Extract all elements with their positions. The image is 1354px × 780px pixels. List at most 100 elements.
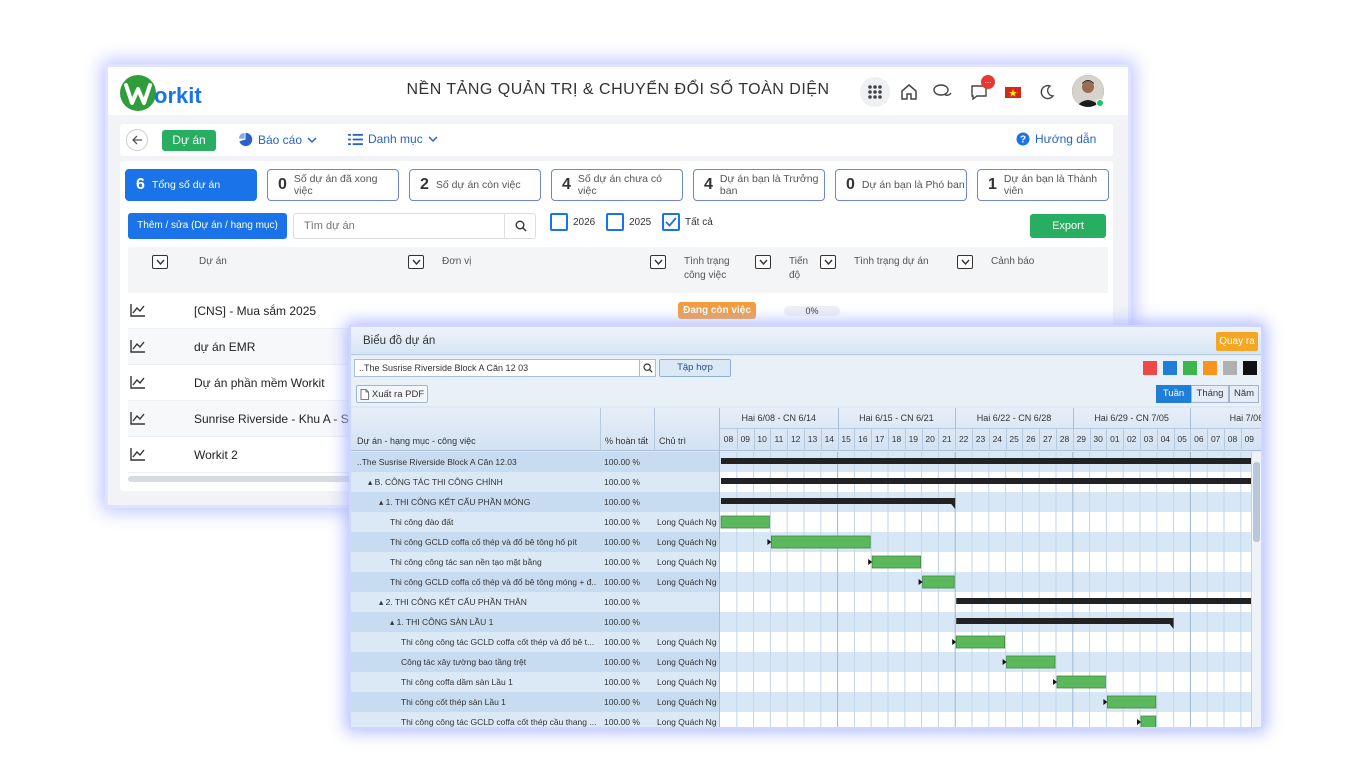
checkbox-checked[interactable] xyxy=(662,213,680,231)
nav-category-menu[interactable]: Danh mục xyxy=(348,132,438,146)
color-swatch[interactable] xyxy=(1143,361,1157,375)
quit-button[interactable]: Quay ra xyxy=(1216,332,1258,351)
color-swatch[interactable] xyxy=(1163,361,1177,375)
filter-year-2026[interactable]: 2026 xyxy=(550,213,595,231)
chart-line-icon[interactable] xyxy=(130,303,146,317)
task-bar[interactable] xyxy=(922,575,955,589)
task-bar[interactable] xyxy=(1006,655,1056,669)
chart-line-icon[interactable] xyxy=(130,339,146,353)
column-toggle[interactable] xyxy=(820,255,836,269)
task-name[interactable]: Thi công đào đất xyxy=(390,517,597,527)
view-tab-week[interactable]: Tuần xyxy=(1156,385,1191,403)
checkbox-unchecked[interactable] xyxy=(606,213,624,231)
day-divider xyxy=(938,428,940,451)
task-name[interactable]: Thi công coffa dầm sàn Lầu 1 xyxy=(401,677,597,687)
nav-report-menu[interactable]: Báo cáo xyxy=(238,132,317,147)
export-pdf-button[interactable]: Xuất ra PDF xyxy=(356,385,428,403)
summary-bar[interactable] xyxy=(721,458,1251,464)
gantt-search-button[interactable] xyxy=(639,360,656,376)
task-bar[interactable] xyxy=(1140,715,1157,727)
task-name[interactable]: ▴ 1. THI CÔNG SÀN LẦU 1 xyxy=(390,617,597,628)
search-button[interactable] xyxy=(504,214,536,238)
gantt-search-input[interactable] xyxy=(355,360,639,376)
task-name[interactable]: ▴ 2. THI CÔNG KẾT CẤU PHẦN THÂN xyxy=(379,597,597,608)
checkbox-unchecked[interactable] xyxy=(550,213,568,231)
stat-count: 6 xyxy=(136,176,145,193)
back-button[interactable] xyxy=(126,129,148,151)
filter-all[interactable]: Tất cả xyxy=(662,213,713,231)
dark-mode-moon-icon[interactable] xyxy=(1034,79,1060,105)
chat-icon[interactable] xyxy=(930,79,956,105)
stat-card-member[interactable]: 1 Dự án bạn là Thành viên xyxy=(977,169,1109,201)
project-name[interactable]: [CNS] - Mua sắm 2025 xyxy=(194,304,316,318)
task-name[interactable]: Thi công GCLD coffa cố thép và đổ bê tôn… xyxy=(390,577,597,587)
home-icon[interactable] xyxy=(896,79,922,105)
column-toggle[interactable] xyxy=(755,255,771,269)
apps-grid-icon[interactable] xyxy=(860,77,890,107)
task-bar[interactable] xyxy=(955,635,1005,649)
project-name[interactable]: Workit 2 xyxy=(194,448,238,462)
color-swatch[interactable] xyxy=(1203,361,1217,375)
color-swatch[interactable] xyxy=(1223,361,1237,375)
stat-card-pending[interactable]: 2 Số dự án còn việc xyxy=(409,169,541,201)
day-divider xyxy=(1106,428,1108,451)
nav-projects-button[interactable]: Dự án xyxy=(162,130,216,151)
stat-card-deputy[interactable]: 0 Dự án bạn là Phó ban xyxy=(835,169,967,201)
day-label: 24 xyxy=(992,434,1003,444)
column-toggle[interactable] xyxy=(650,255,666,269)
stat-card-leader[interactable]: 4 Dự án bạn là Trưởng ban xyxy=(693,169,825,201)
task-name[interactable]: Thi công GCLD coffa cố thép và đổ bê tôn… xyxy=(390,537,597,547)
task-bar[interactable] xyxy=(1056,675,1106,689)
task-name[interactable]: Thi công công tác GCLD coffa cốt thép cầ… xyxy=(401,717,597,727)
summary-bar[interactable] xyxy=(721,498,956,504)
nav-guide-link[interactable]: ? Hướng dẫn xyxy=(1016,132,1096,146)
task-bar[interactable] xyxy=(871,555,921,569)
task-bar[interactable] xyxy=(720,515,770,529)
summary-bar[interactable] xyxy=(721,478,1251,484)
color-swatch[interactable] xyxy=(1243,361,1257,375)
column-toggle[interactable] xyxy=(152,255,168,269)
view-tab-year[interactable]: Năm xyxy=(1229,385,1259,403)
filter-year-2025[interactable]: 2025 xyxy=(606,213,651,231)
view-tab-month[interactable]: Tháng xyxy=(1191,385,1229,403)
vietnam-flag-icon[interactable] xyxy=(1000,79,1026,105)
table-row[interactable]: [CNS] - Mua sắm 2025 Đang còn việc 0% xyxy=(128,293,1108,329)
chevron-down-icon xyxy=(823,259,833,265)
stat-count: 0 xyxy=(278,176,287,193)
task-name[interactable]: Thi công công tác san nền tạo mặt bằng xyxy=(390,557,597,567)
column-header: Tình trạng dự án xyxy=(854,256,929,267)
export-button[interactable]: Export xyxy=(1030,214,1106,238)
task-name[interactable]: Thi công cốt thép sàn Lầu 1 xyxy=(401,697,597,707)
week-label: Hai 6/15 - CN 6/21 xyxy=(859,413,934,423)
day-label: 13 xyxy=(807,434,818,444)
chart-line-icon[interactable] xyxy=(130,375,146,389)
group-button[interactable]: Tập hợp xyxy=(659,359,731,377)
vertical-scrollbar[interactable] xyxy=(1251,452,1261,727)
task-bar[interactable] xyxy=(771,535,871,549)
add-edit-project-button[interactable]: Thêm / sửa (Dự án / hạng mục) xyxy=(128,213,287,239)
project-search-input[interactable] xyxy=(294,214,504,238)
column-toggle[interactable] xyxy=(957,255,973,269)
project-name[interactable]: dự án EMR xyxy=(194,340,255,354)
column-toggle[interactable] xyxy=(408,255,424,269)
chart-line-icon[interactable] xyxy=(130,411,146,425)
summary-bar[interactable] xyxy=(956,618,1174,624)
scrollbar-thumb[interactable] xyxy=(1253,462,1260,542)
week-label: Hai 6/22 - CN 6/28 xyxy=(976,413,1052,423)
project-name[interactable]: Dự án phần mềm Workit xyxy=(194,376,325,390)
task-name[interactable]: Thi công công tác GCLD coffa cốt thép và… xyxy=(401,637,597,647)
grid-chart-separator[interactable] xyxy=(719,408,720,727)
stat-card-no-task[interactable]: 4 Số dự án chưa có việc xyxy=(551,169,683,201)
project-name[interactable]: Sunrise Riverside - Khu A - Sh xyxy=(194,412,355,426)
task-bar[interactable] xyxy=(1106,695,1157,709)
stat-card-done[interactable]: 0 Số dự án đã xong việc xyxy=(267,169,399,201)
day-divider xyxy=(1140,428,1141,451)
summary-bar[interactable] xyxy=(956,598,1251,604)
task-name[interactable]: ▴ B. CÔNG TÁC THI CÔNG CHÍNH xyxy=(368,477,597,488)
task-name[interactable]: ▴ 1. THI CÔNG KẾT CẤU PHẦN MÓNG xyxy=(379,497,597,508)
task-name[interactable]: Công tác xây tường bao tầng trệt xyxy=(401,657,597,667)
task-name[interactable]: ..The Susrise Riverside Block A Căn 12.0… xyxy=(357,457,597,467)
color-swatch[interactable] xyxy=(1183,361,1197,375)
stat-card-total[interactable]: 6 Tổng số dự án xyxy=(125,169,257,201)
chart-line-icon[interactable] xyxy=(130,447,146,461)
